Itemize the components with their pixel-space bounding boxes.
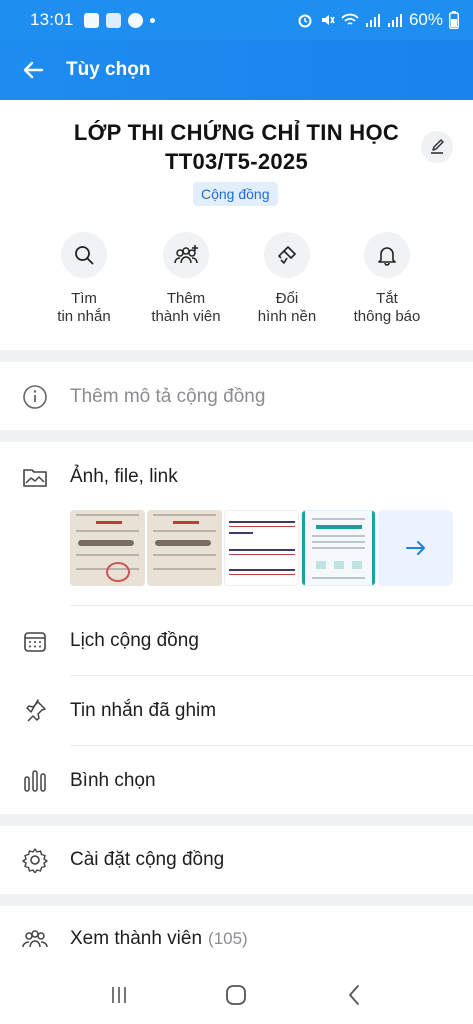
community-settings-row[interactable]: Cài đặt cộng đồng xyxy=(0,828,473,892)
group-name: LỚP THI CHỨNG CHỈ TIN HỌC TT03/T5-2025 xyxy=(40,118,433,176)
community-calendar-row[interactable]: Lịch cộng đồng xyxy=(0,608,473,674)
menu-label: Tin nhắn đã ghim xyxy=(70,700,217,721)
media-thumbnails xyxy=(70,510,453,586)
chevron-left-icon xyxy=(349,985,360,1005)
pinned-messages-row[interactable]: Tin nhắn đã ghim xyxy=(0,678,473,744)
settings-label: Cài đặt cộng đồng xyxy=(70,849,225,870)
edit-name-button[interactable] xyxy=(421,131,453,163)
member-count: (105) xyxy=(208,929,248,948)
alarm-icon xyxy=(298,14,312,28)
section-separator xyxy=(0,350,473,362)
signal-icon xyxy=(365,14,380,27)
action-change-background[interactable]: Đổi hình nền xyxy=(237,232,337,326)
photo-folder-icon xyxy=(23,469,47,487)
page-title: Tùy chọn xyxy=(66,59,151,80)
media-thumbnail[interactable] xyxy=(70,510,145,586)
action-mute-notifications[interactable]: Tắt thông báo xyxy=(337,232,437,326)
media-files-links-row[interactable]: Ảnh, file, link xyxy=(0,446,473,508)
home-button[interactable] xyxy=(206,975,266,1015)
search-icon xyxy=(75,246,94,265)
battery-percent: 60% xyxy=(408,10,443,29)
divider xyxy=(70,745,473,746)
group-name-line2: TT03/T5-2025 xyxy=(164,149,308,174)
pencil-icon xyxy=(431,139,444,154)
media-thumbnail[interactable] xyxy=(301,510,376,586)
recent-apps-icon xyxy=(112,987,126,1003)
action-add-member[interactable]: Thêm thành viên xyxy=(136,232,236,326)
menu-label: Bình chọn xyxy=(70,770,156,791)
media-thumbnail[interactable] xyxy=(147,510,222,586)
section-separator xyxy=(0,430,473,442)
brush-icon xyxy=(278,246,296,264)
add-member-icon xyxy=(174,245,198,264)
system-back-button[interactable] xyxy=(324,975,384,1015)
poll-icon xyxy=(24,770,46,792)
action-label-line1: Thêm xyxy=(166,290,206,307)
wifi-icon xyxy=(341,13,359,25)
members-icon xyxy=(22,930,48,948)
back-button[interactable] xyxy=(0,40,66,100)
action-label-line1: Tắt xyxy=(376,290,398,307)
system-nav-bar xyxy=(0,966,473,1024)
action-label-line2: thành viên xyxy=(151,308,221,325)
view-more-media-button[interactable] xyxy=(378,510,453,586)
status-time: 13:01 xyxy=(30,10,74,29)
mute-icon xyxy=(321,15,335,25)
info-icon xyxy=(23,385,47,409)
add-description-label: Thêm mô tả cộng đồng xyxy=(70,386,266,407)
app-notification-icon xyxy=(105,12,121,28)
section-separator xyxy=(0,894,473,906)
action-label-line2: hình nền xyxy=(257,308,317,325)
app-bar: Tùy chọn xyxy=(0,40,473,100)
divider xyxy=(70,675,473,676)
action-label-line1: Đổi xyxy=(275,290,299,307)
action-search-messages[interactable]: Tìm tin nhắn xyxy=(34,232,134,326)
recent-apps-button[interactable] xyxy=(89,975,149,1015)
action-label-line2: thông báo xyxy=(353,308,421,325)
status-bar: 13:01 60% xyxy=(0,0,473,40)
quick-actions: Tìm tin nhắn Thêm thành viên Đổi hình nền T… xyxy=(0,232,473,332)
polls-row[interactable]: Bình chọn xyxy=(0,748,473,814)
add-description-row[interactable]: Thêm mô tả cộng đồng xyxy=(0,366,473,428)
menu-label: Lịch cộng đồng xyxy=(70,630,199,651)
more-notifications-icon xyxy=(149,17,155,23)
status-notification-icons xyxy=(83,12,155,28)
gear-icon xyxy=(22,848,48,873)
signal-2-icon xyxy=(387,14,402,27)
media-label: Ảnh, file, link xyxy=(70,466,178,487)
back-arrow-icon xyxy=(23,61,44,79)
group-name-line1: LỚP THI CHỨNG CHỈ TIN HỌC xyxy=(73,120,400,145)
media-thumbnail[interactable] xyxy=(224,510,299,586)
members-label: Xem thành viên xyxy=(70,928,203,949)
battery-icon xyxy=(449,11,459,29)
arrow-right-icon xyxy=(405,541,425,555)
messenger-notification-icon xyxy=(127,12,143,28)
section-separator xyxy=(0,814,473,826)
pin-icon xyxy=(26,699,46,722)
action-label-line1: Tìm xyxy=(71,290,97,307)
bell-icon xyxy=(378,247,396,266)
divider xyxy=(70,605,473,606)
calendar-icon xyxy=(24,632,46,652)
action-label-line2: tin nhắn xyxy=(57,308,111,325)
community-badge: Cộng đồng xyxy=(193,182,278,206)
home-icon xyxy=(226,985,247,1005)
view-members-row[interactable]: Xem thành viên (105) xyxy=(0,908,473,970)
gallery-notification-icon xyxy=(83,12,99,28)
